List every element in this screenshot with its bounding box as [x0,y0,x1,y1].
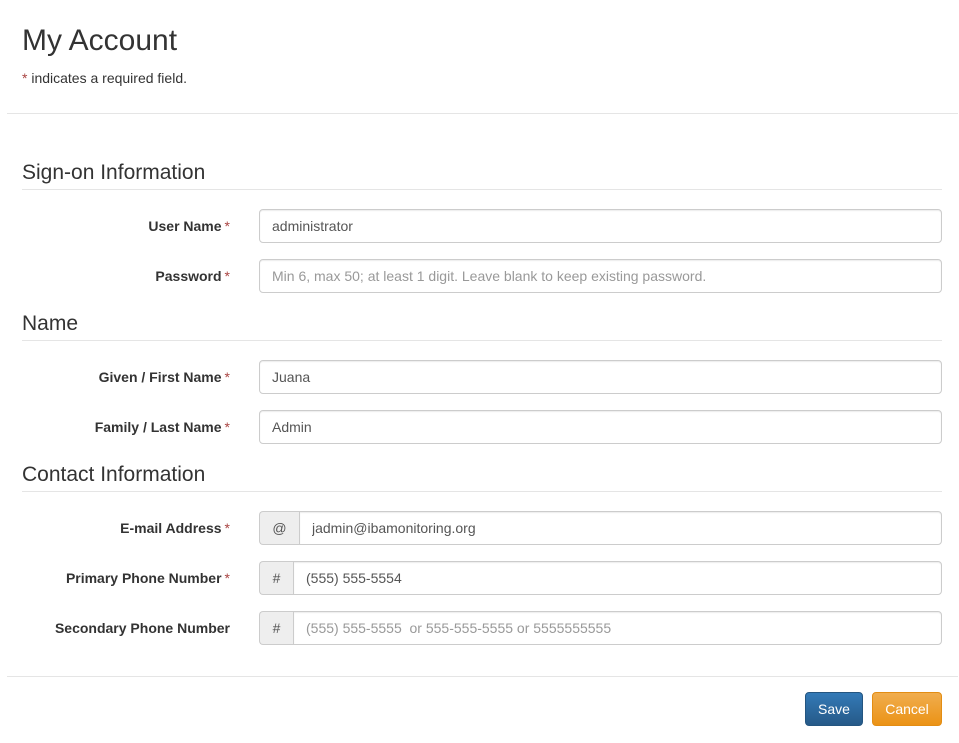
last-name-label-text: Family / Last Name [94,419,222,435]
secondary-phone-label-text: Secondary Phone Number [54,620,230,636]
hash-icon: # [259,561,293,595]
password-label: Password * [155,266,230,286]
username-input[interactable] [259,209,942,243]
primary-phone-label: Primary Phone Number * [66,568,230,588]
required-asterisk: * [224,520,230,536]
first-name-label-text: Given / First Name [98,369,222,385]
secondary-phone-input-group: # [259,611,942,645]
section-title-signon: Sign-on Information [22,160,942,190]
last-name-input[interactable] [259,410,942,444]
password-input[interactable] [259,259,942,293]
primary-phone-input-group: # [259,561,942,595]
section-title-name: Name [22,311,942,341]
secondary-phone-label: Secondary Phone Number [55,618,230,638]
required-note-text: indicates a required field. [27,70,187,86]
required-asterisk: * [224,218,230,234]
first-name-input[interactable] [259,360,942,394]
username-label-text: User Name [148,218,222,234]
required-asterisk: * [224,268,230,284]
username-label: User Name * [148,216,230,236]
footer-divider [7,676,958,677]
required-asterisk: * [224,419,230,435]
required-asterisk: * [224,369,230,385]
primary-phone-label-text: Primary Phone Number [65,570,222,586]
required-asterisk: * [224,570,230,586]
last-name-label: Family / Last Name * [95,417,230,437]
save-button[interactable]: Save [805,692,863,726]
email-input[interactable] [299,511,942,545]
password-label-text: Password [155,268,222,284]
required-field-note: * indicates a required field. [22,70,187,86]
email-input-group: @ [259,511,942,545]
section-title-contact: Contact Information [22,462,942,492]
primary-phone-input[interactable] [293,561,942,595]
hash-icon: # [259,611,293,645]
email-label-text: E-mail Address [120,520,222,536]
at-sign-icon: @ [259,511,299,545]
secondary-phone-input[interactable] [293,611,942,645]
header-divider [7,113,958,114]
first-name-label: Given / First Name * [99,367,230,387]
email-label: E-mail Address * [120,518,230,538]
cancel-button[interactable]: Cancel [872,692,942,726]
page-title: My Account [22,24,178,57]
